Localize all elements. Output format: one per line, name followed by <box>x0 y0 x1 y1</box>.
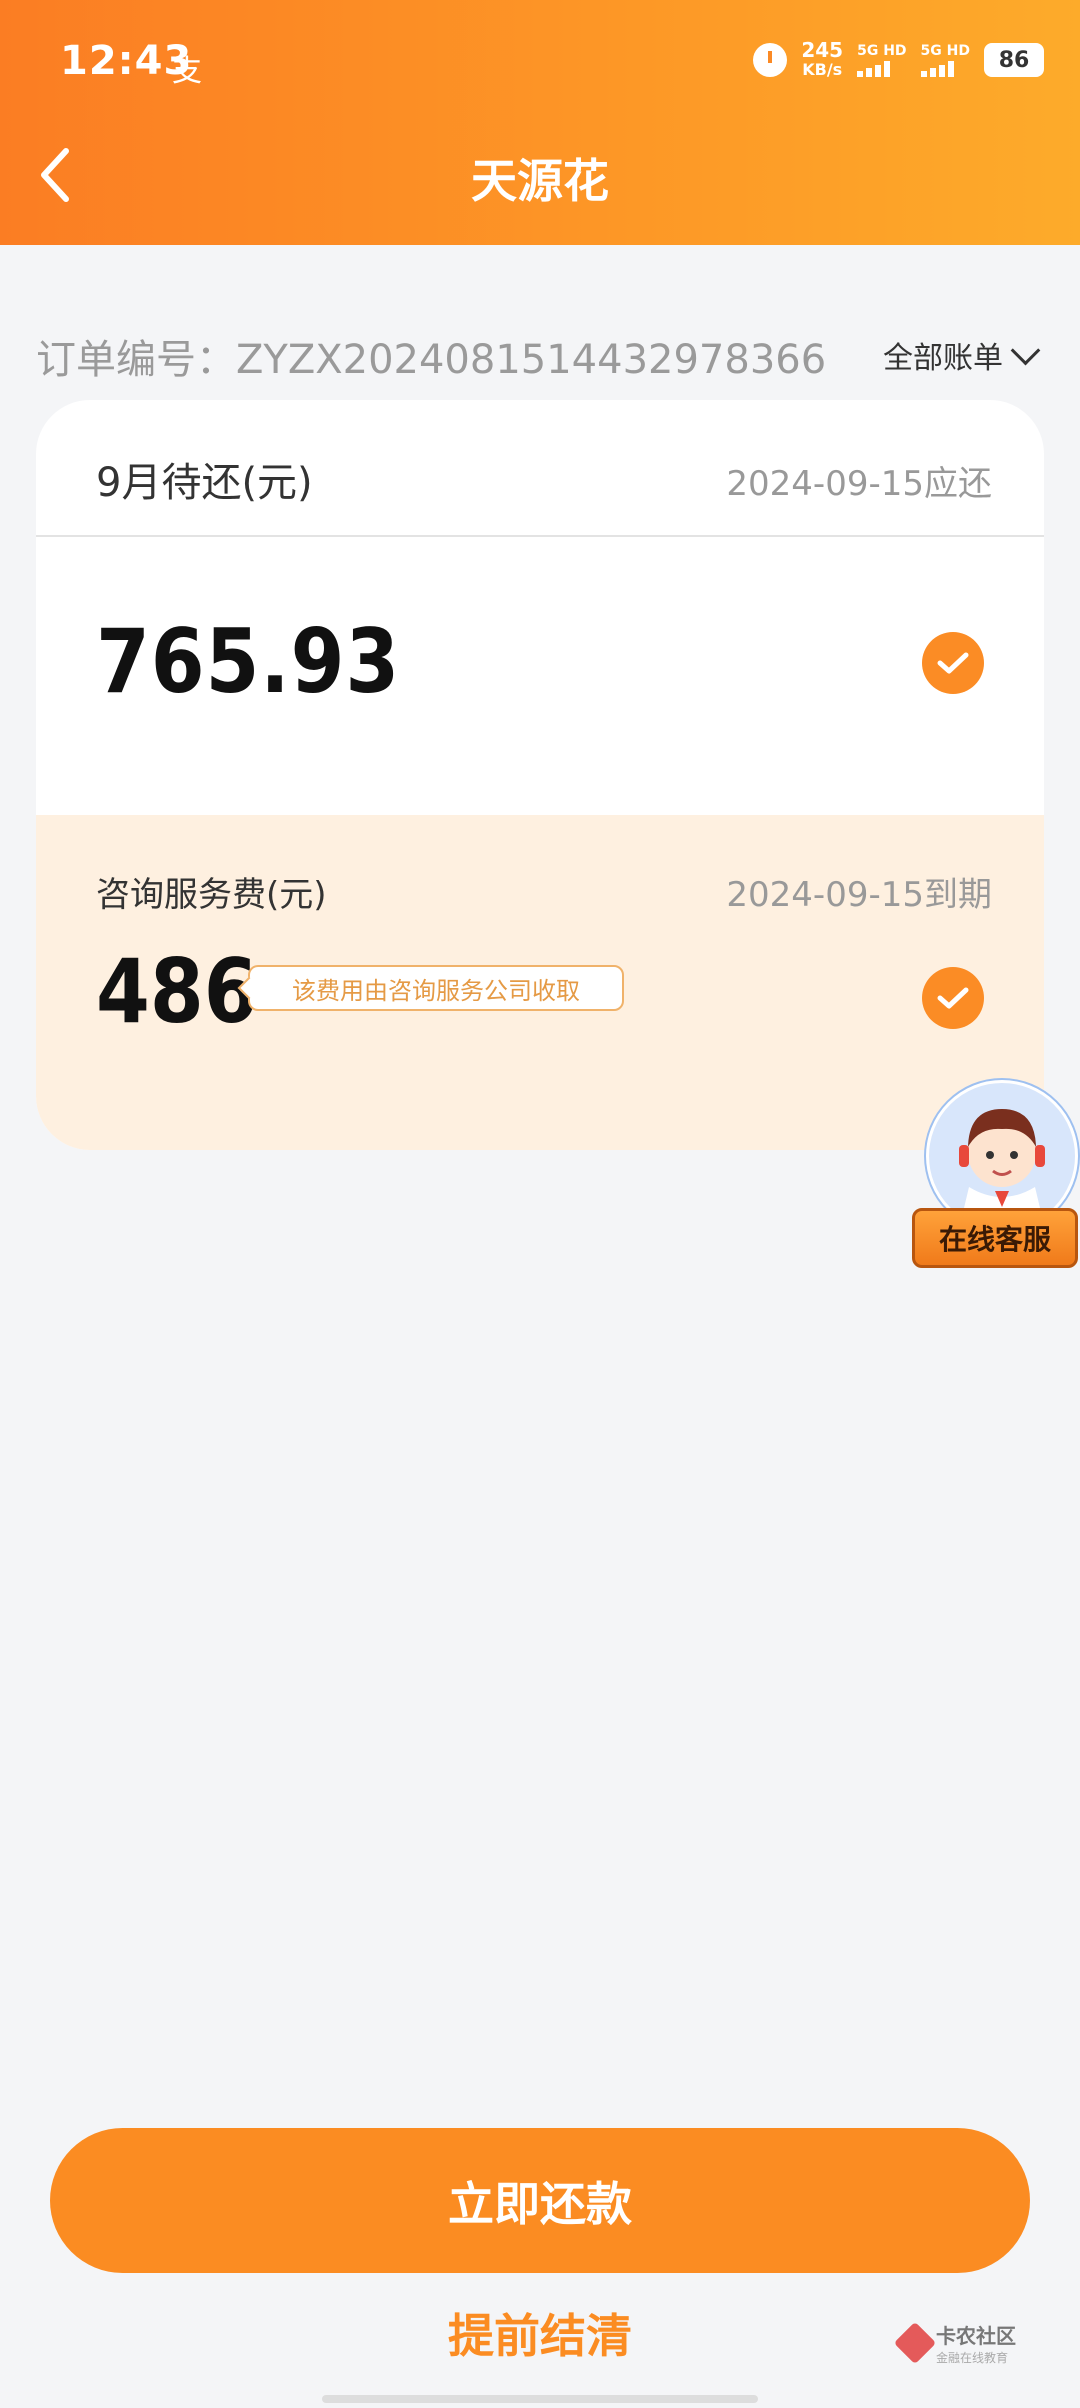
kanong-logo-icon <box>893 2321 937 2365</box>
bill-card: 9月待还(元) 2024-09-15应还 765.93 咨询服务费(元) 202… <box>36 400 1044 1150</box>
online-service-label: 在线客服 <box>912 1208 1078 1268</box>
bill-check-icon[interactable] <box>922 632 984 694</box>
home-indicator[interactable] <box>322 2395 758 2403</box>
chevron-down-icon <box>1010 335 1041 365</box>
pay-now-button[interactable]: 立即还款 <box>50 2128 1030 2273</box>
status-icons: 245 KB/s 5G HD 5G HD 86 <box>753 40 1044 80</box>
month-label: 9月待还(元) <box>96 460 313 506</box>
order-number: 订单编号：ZYZX2024081514432978366 <box>36 337 827 383</box>
bill-card-header: 9月待还(元) 2024-09-15应还 <box>36 400 1044 537</box>
all-bills-label: 全部账单 <box>883 341 1003 376</box>
order-row: 订单编号：ZYZX2024081514432978366 全部账单 <box>36 325 1044 383</box>
signal-icon: 5G HD <box>857 43 907 77</box>
fee-check-icon[interactable] <box>922 967 984 1029</box>
page-title: 天源花 <box>471 154 609 208</box>
battery-icon: 86 <box>984 43 1044 77</box>
watermark-main: 卡农社区 <box>936 2324 1016 2348</box>
net-speed: 245 KB/s <box>801 38 844 79</box>
fee-amount: 486 <box>96 940 258 1043</box>
signal-icon-2: 5G HD <box>920 43 970 77</box>
fee-due-date: 2024-09-15到期 <box>726 875 992 915</box>
bill-amount: 765.93 <box>96 610 401 713</box>
all-bills-button[interactable]: 全部账单 <box>883 333 1044 377</box>
bill-due-date: 2024-09-15应还 <box>726 464 992 504</box>
fee-note-tag: 该费用由咨询服务公司收取 <box>248 965 624 1011</box>
fee-section: 咨询服务费(元) 2024-09-15到期 486 该费用由咨询服务公司收取 <box>36 815 1044 1150</box>
app-header: 12:43 支 245 KB/s 5G HD 5G HD 86 天源花 <box>0 0 1080 245</box>
alarm-icon <box>753 43 788 77</box>
online-service-button[interactable]: 在线客服 <box>910 1080 1080 1270</box>
watermark-sub: 金融在线教育 <box>936 2351 1009 2365</box>
alipay-status-icon: 支 <box>172 54 202 89</box>
fee-label: 咨询服务费(元) <box>96 875 327 915</box>
watermark: 卡农社区 金融在线教育 <box>893 2320 1016 2366</box>
